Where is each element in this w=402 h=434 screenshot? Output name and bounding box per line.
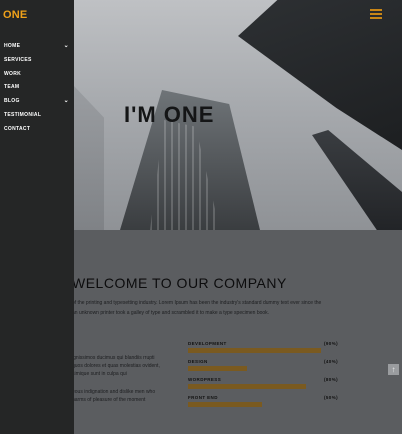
skill-bar [188, 348, 322, 353]
sidebar-item-label: TEAM [4, 84, 20, 91]
skill-bar [188, 384, 307, 389]
chevron-down-icon[interactable]: ⌄ [64, 40, 69, 53]
skill-item: FRONT END (50%) [188, 395, 338, 407]
hero-title: I'M ONE [124, 102, 215, 127]
skill-percent: (40%) [323, 359, 338, 364]
sidebar-item-label: BLOG [4, 98, 20, 105]
building-image [238, 0, 402, 150]
skill-bar [188, 366, 248, 371]
hamburger-icon[interactable] [370, 9, 382, 19]
sidebar-item-label: TESTIMONIAL [4, 111, 42, 118]
chevron-down-icon[interactable]: ⌄ [64, 95, 69, 108]
sidebar-item-label: HOME [4, 43, 21, 49]
skill-percent: (50%) [323, 395, 338, 400]
skill-name: WORDPRESS [188, 377, 222, 382]
sidebar-item-team[interactable]: TEAM [0, 81, 74, 95]
skill-item: DESIGN (40%) [188, 359, 338, 371]
skill-item: DEVELOPMENT (90%) [188, 341, 338, 353]
building-image [312, 130, 402, 230]
skill-name: DEVELOPMENT [188, 341, 227, 346]
side-paragraph: ignissimos ducimus qui blandiis rrupti q… [72, 355, 160, 377]
sidebar: ONE HOME ⌄ SERVICES WORK TEAM BLOG ⌄ TESTI… [0, 0, 74, 434]
sidebar-item-services[interactable]: SERVICES [0, 54, 74, 68]
sidebar-nav: HOME ⌄ SERVICES WORK TEAM BLOG ⌄ TESTIMONI… [0, 40, 74, 137]
sidebar-item-home[interactable]: HOME ⌄ [0, 40, 74, 54]
sidebar-item-blog[interactable]: BLOG ⌄ [0, 95, 74, 109]
sidebar-item-label: SERVICES [4, 56, 32, 63]
side-paragraph: eous indignation and dislike men who har… [72, 389, 156, 403]
sidebar-item-work[interactable]: WORK [0, 68, 74, 82]
welcome-heading: WELCOME TO OUR COMPANY [72, 275, 287, 291]
welcome-intro: of the printing and typesetting industry… [72, 300, 322, 316]
sidebar-item-contact[interactable]: CONTACT [0, 123, 74, 137]
skills-list: DEVELOPMENT (90%) DESIGN (40%) WORDPRESS (8… [188, 341, 338, 413]
sidebar-item-label: WORK [4, 70, 22, 77]
arrow-up-icon[interactable]: ↑ [388, 364, 399, 375]
skill-bar [188, 402, 262, 407]
skill-name: FRONT END [188, 395, 218, 400]
building-image [74, 86, 104, 230]
side-text: ignissimos ducimus qui blandiis rrupti q… [72, 354, 162, 414]
skill-item: WORDPRESS (80%) [188, 377, 338, 389]
sidebar-item-label: CONTACT [4, 125, 31, 132]
sidebar-item-testimonial[interactable]: TESTIMONIAL [0, 109, 74, 123]
skill-percent: (80%) [323, 377, 338, 382]
logo[interactable]: ONE [3, 9, 27, 21]
skill-name: DESIGN [188, 359, 208, 364]
skill-percent: (90%) [323, 341, 338, 346]
